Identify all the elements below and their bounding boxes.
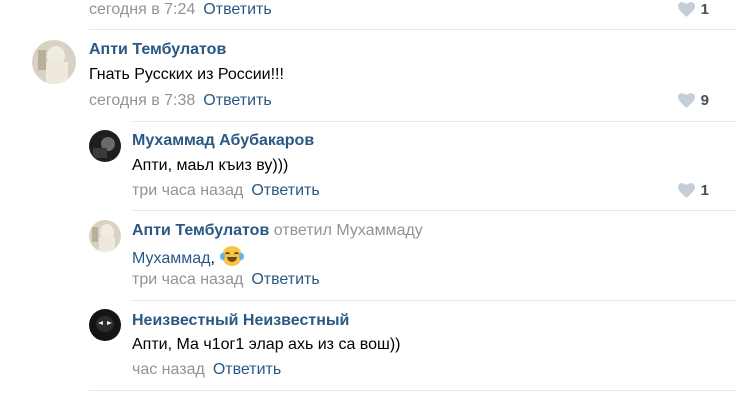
- author-name[interactable]: Неизвестный Неизвестный: [132, 312, 349, 329]
- divider: [132, 210, 737, 211]
- comment-text: Апти, Ма ч1ог1 элар ахь из са вош)): [132, 336, 401, 353]
- mention-link[interactable]: Мухаммад: [132, 250, 210, 267]
- divider: [89, 390, 737, 391]
- avatar[interactable]: [89, 309, 121, 341]
- like-count: 9: [700, 92, 709, 109]
- comment-text: Гнать Русских из России!!!: [89, 66, 284, 83]
- reply-button[interactable]: Ответить: [203, 1, 271, 18]
- like-count: 1: [700, 1, 709, 18]
- comment-time: сегодня в 7:38: [89, 92, 196, 109]
- avatar[interactable]: [89, 130, 121, 162]
- comment-meta: сегодня в 7:38 Ответить: [89, 92, 272, 110]
- comment-time: сегодня в 7:24: [89, 1, 196, 18]
- like-button[interactable]: 1: [677, 1, 709, 18]
- reply-button[interactable]: Ответить: [251, 271, 319, 288]
- comment-meta: сегодня в 7:24 Ответить: [89, 1, 272, 19]
- divider: [89, 29, 737, 30]
- comment-time: час назад: [132, 361, 205, 378]
- avatar[interactable]: [32, 40, 76, 84]
- reply-button[interactable]: Ответить: [213, 361, 281, 378]
- like-button[interactable]: 9: [677, 92, 709, 109]
- comment-time: три часа назад: [132, 182, 244, 199]
- reply-button[interactable]: Ответить: [203, 92, 271, 109]
- replied-to-label[interactable]: ответил Мухаммаду: [274, 222, 423, 239]
- tears-of-joy-emoji-icon: [220, 246, 245, 266]
- heart-icon: [677, 183, 695, 198]
- comment-author[interactable]: Мухаммад Абубакаров: [132, 132, 314, 150]
- comment-meta: три часа назад Ответить: [132, 182, 320, 200]
- heart-icon: [677, 2, 695, 17]
- comment-author[interactable]: Неизвестный Неизвестный: [132, 312, 349, 330]
- text-suffix: ,: [210, 250, 215, 267]
- like-count: 1: [700, 182, 709, 199]
- comment-meta: три часа назад Ответить: [132, 271, 320, 289]
- heart-icon: [677, 93, 695, 108]
- comment-meta: час назад Ответить: [132, 361, 281, 379]
- reply-button[interactable]: Ответить: [251, 182, 319, 199]
- comment-author: Апти Тембулатов ответил Мухаммаду: [132, 222, 423, 240]
- like-button[interactable]: 1: [677, 182, 709, 199]
- comment-text: Мухаммад,: [132, 246, 245, 268]
- divider: [132, 121, 737, 122]
- comment-author[interactable]: Апти Тембулатов: [89, 41, 226, 59]
- author-name[interactable]: Апти Тембулатов: [89, 41, 226, 58]
- comment-time: три часа назад: [132, 271, 244, 288]
- divider: [132, 300, 737, 301]
- author-name[interactable]: Мухаммад Абубакаров: [132, 132, 314, 149]
- comment-text: Апти, маьл къиз ву))): [132, 157, 289, 174]
- author-name[interactable]: Апти Тембулатов: [132, 222, 269, 239]
- avatar[interactable]: [89, 220, 121, 252]
